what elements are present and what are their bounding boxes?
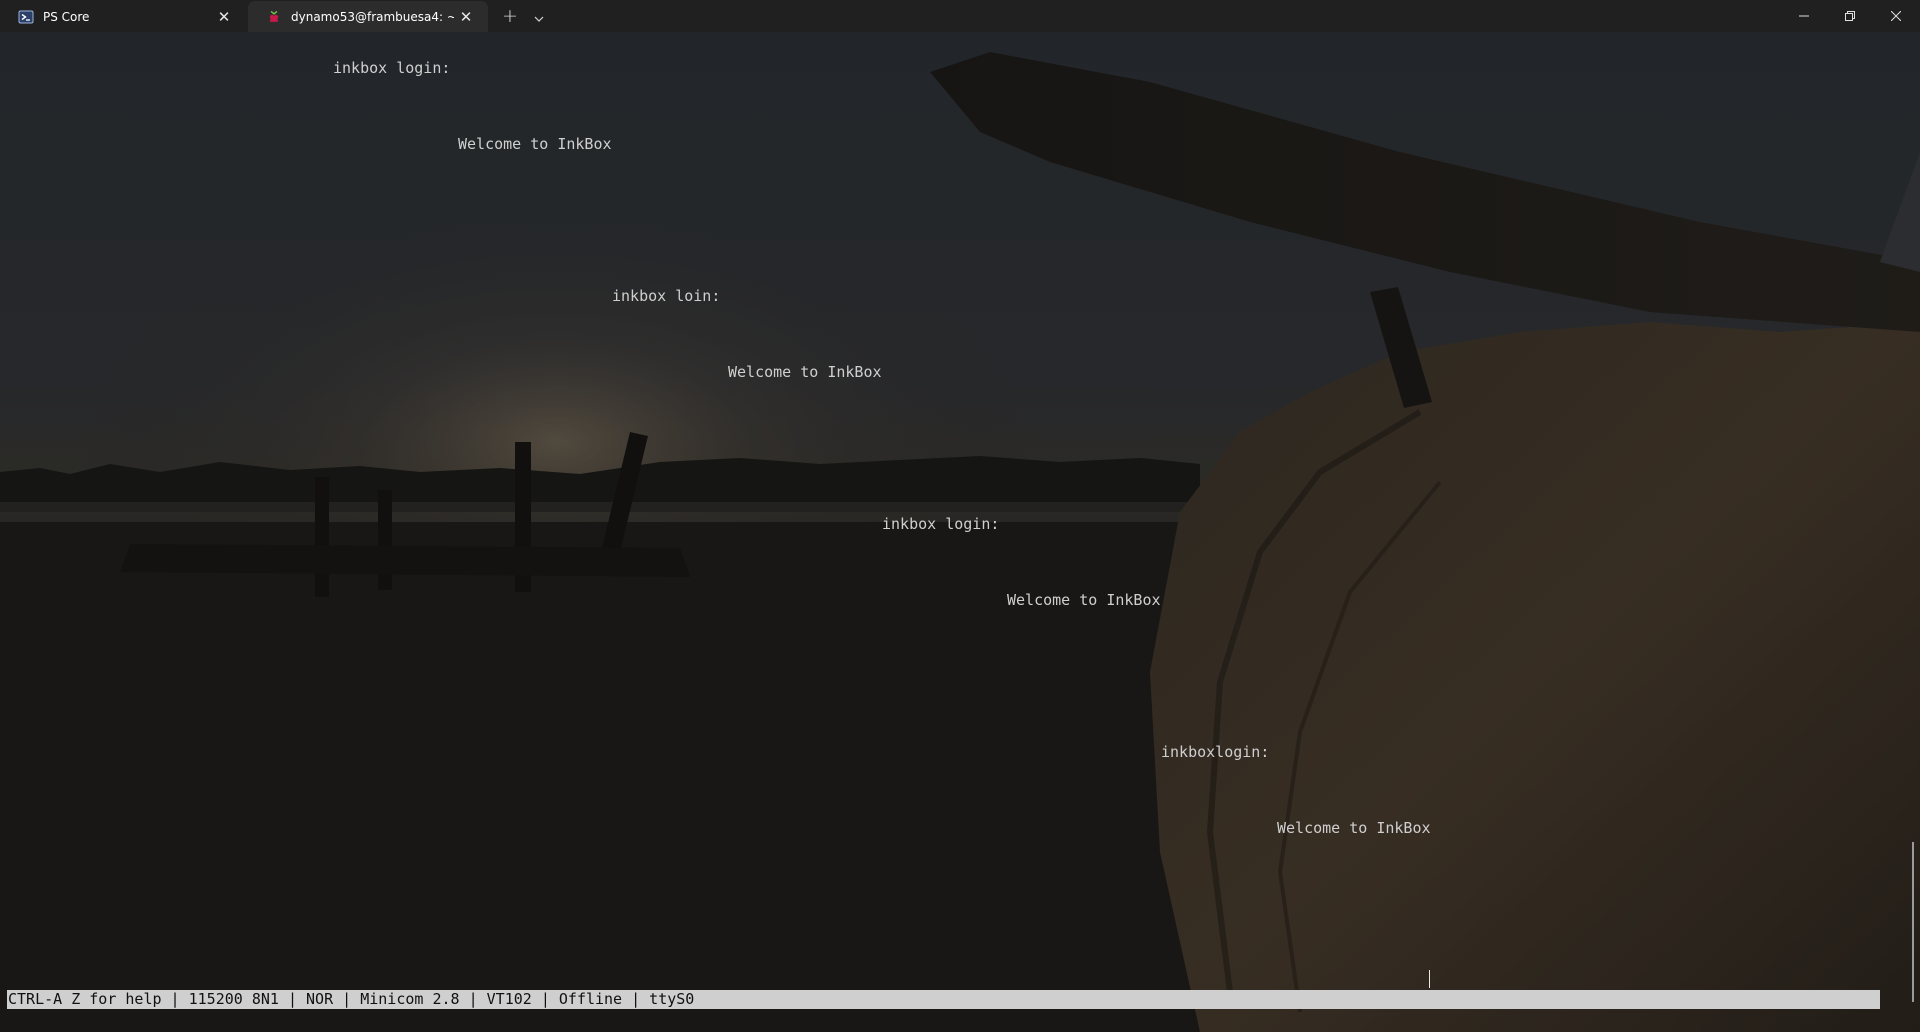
minicom-status-bar: CTRL-A Z for help | 115200 8N1 | NOR | M… (7, 990, 1880, 1009)
terminal-line: Welcome to InkBox (458, 135, 612, 153)
terminal-line: inkbox login: (882, 515, 1000, 533)
close-window-button[interactable] (1873, 0, 1919, 30)
plus-icon: + (502, 5, 518, 27)
terminal-line: inkbox loin: (612, 287, 721, 305)
close-icon (1890, 6, 1902, 25)
terminal-window: PS Core ✕ dynamo53@frambuesa4: ~ ✕ + ink… (0, 0, 1920, 1032)
close-icon[interactable]: ✕ (212, 5, 236, 29)
powershell-icon (18, 9, 34, 25)
terminal-line: Welcome to InkBox (728, 363, 882, 381)
minimize-button[interactable] (1781, 0, 1827, 30)
title-bar: PS Core ✕ dynamo53@frambuesa4: ~ ✕ + (0, 0, 1920, 32)
terminal-line: inkboxlogin: (1161, 743, 1270, 761)
terminal-pane[interactable]: inkbox login: Welcome to InkBox inkbox l… (0, 32, 1920, 1032)
restore-icon (1845, 6, 1855, 25)
terminal-line: Welcome to InkBox (1007, 591, 1161, 609)
terminal-line: inkbox login: (333, 59, 451, 77)
tab-ps-core[interactable]: PS Core ✕ (0, 1, 246, 32)
minimize-icon (1799, 6, 1809, 25)
scrollbar[interactable] (1912, 842, 1914, 1002)
raspberry-pi-icon (266, 9, 282, 25)
restore-button[interactable] (1827, 0, 1873, 30)
new-tab-button[interactable]: + (496, 3, 524, 29)
tab-dropdown-button[interactable] (525, 3, 553, 29)
close-icon[interactable]: ✕ (454, 5, 478, 29)
text-cursor (1429, 970, 1430, 988)
tab-title: dynamo53@frambuesa4: ~ (291, 9, 454, 24)
tab-dynamo53-frambuesa4[interactable]: dynamo53@frambuesa4: ~ ✕ (248, 1, 488, 32)
tab-title: PS Core (43, 9, 90, 24)
chevron-down-icon (534, 7, 544, 26)
terminal-line: Welcome to InkBox (1277, 819, 1431, 837)
